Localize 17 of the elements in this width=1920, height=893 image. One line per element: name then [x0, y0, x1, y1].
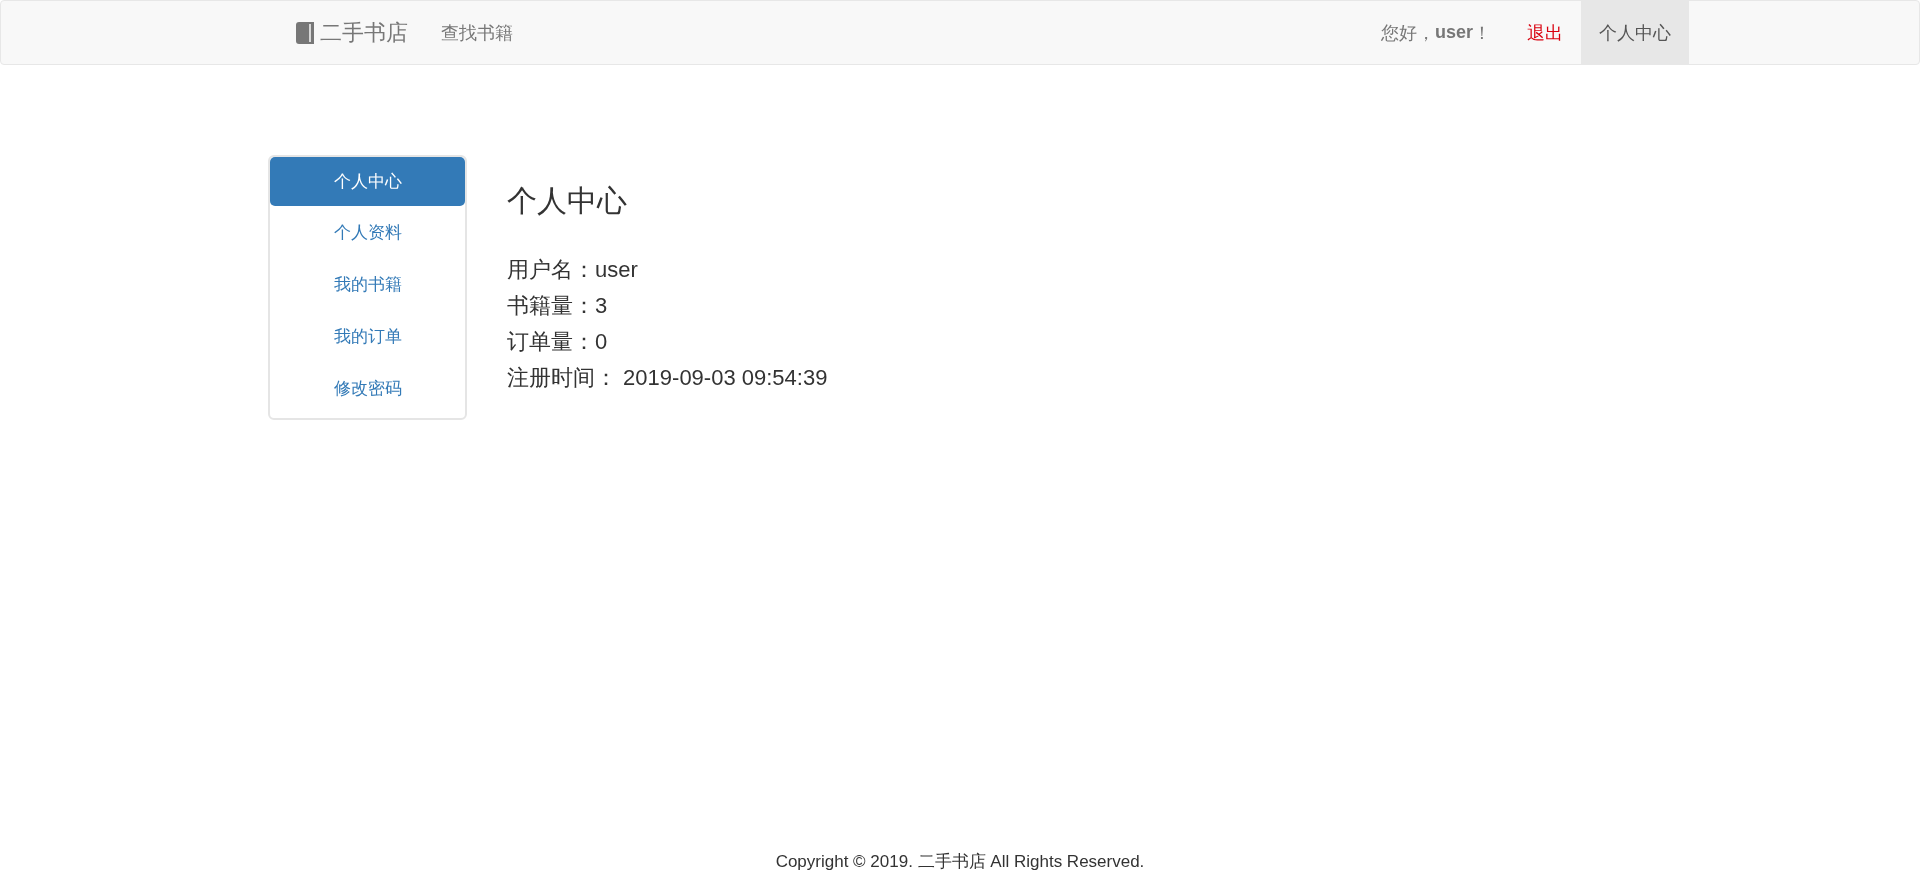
sidebar-item[interactable]: 个人资料 — [270, 206, 465, 258]
sidebar-item[interactable]: 我的书籍 — [270, 258, 465, 310]
info-text: 用户名：user — [507, 256, 639, 284]
sidebar-item[interactable]: 修改密码 — [270, 362, 465, 414]
logout-link[interactable]: 退出 — [1509, 1, 1581, 64]
greeting-text: 您好，user！ — [1379, 21, 1492, 45]
book-icon — [296, 21, 314, 44]
nav-link[interactable]: 个人中心 — [1581, 1, 1689, 64]
info-text: 注册时间： 2019-09-03 09:54:39 — [507, 364, 828, 392]
sidebar-item[interactable]: 个人中心 — [270, 157, 465, 206]
info-text: 订单量：0 — [507, 328, 609, 356]
copyright-text: Copyright © 2019. 二手书店 All Rights Reserved. — [775, 852, 1145, 871]
info-text: 书籍量：3 — [507, 292, 609, 320]
page-title: 个人中心 — [507, 183, 628, 219]
sidebar-item[interactable]: 我的订单 — [270, 310, 465, 362]
nav-link[interactable]: 查找书籍 — [423, 1, 531, 64]
brand-link[interactable]: 二手书店 — [281, 1, 423, 64]
